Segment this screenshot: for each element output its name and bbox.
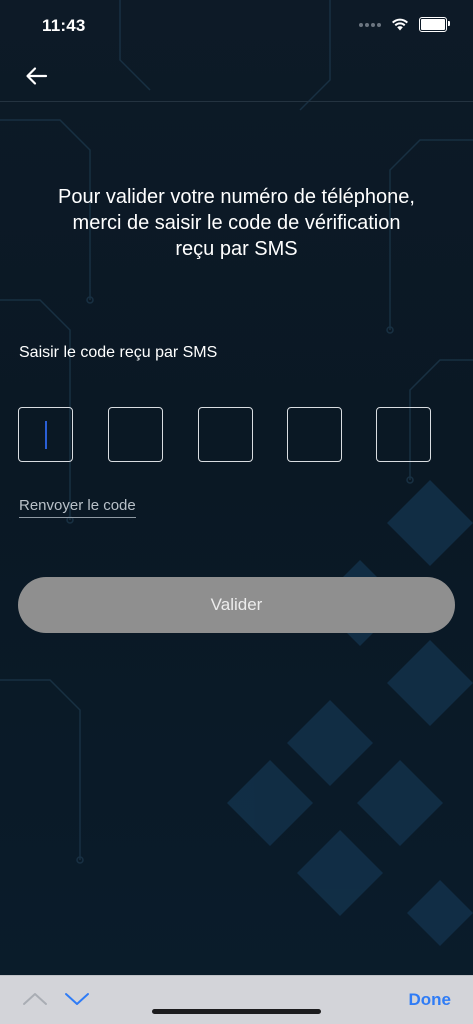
chevron-down-icon[interactable] [64, 990, 90, 1008]
home-indicator [152, 1009, 321, 1014]
signal-dots-icon [359, 22, 381, 27]
code-digit-input-1[interactable] [18, 407, 73, 462]
done-button[interactable]: Done [409, 990, 452, 1010]
code-digit-input-4[interactable] [287, 407, 342, 462]
status-icons [359, 17, 450, 32]
code-input-row [18, 407, 435, 465]
status-bar: 11:43 [0, 0, 473, 52]
battery-icon [419, 17, 450, 32]
keyboard-toolbar: Done [0, 975, 473, 1024]
page-title: Pour valider votre numéro de téléphone, … [58, 186, 415, 260]
battery-level [421, 19, 445, 30]
text-cursor [45, 421, 47, 449]
resend-code-link[interactable]: Renvoyer le code [19, 497, 136, 518]
verification-screen: 11:43 Pour valider votre numéro de télép… [0, 0, 473, 1024]
code-digit-input-5[interactable] [376, 407, 431, 462]
code-digit-input-2[interactable] [108, 407, 163, 462]
code-label: Saisir le code reçu par SMS [19, 344, 218, 361]
code-digit-input-3[interactable] [198, 407, 253, 462]
wifi-icon [392, 18, 408, 31]
arrow-left-icon[interactable] [22, 64, 52, 88]
validate-button[interactable]: Valider [18, 577, 455, 633]
nav-bar [0, 52, 473, 102]
chevron-up-icon[interactable] [22, 990, 48, 1008]
status-time: 11:43 [42, 16, 86, 35]
